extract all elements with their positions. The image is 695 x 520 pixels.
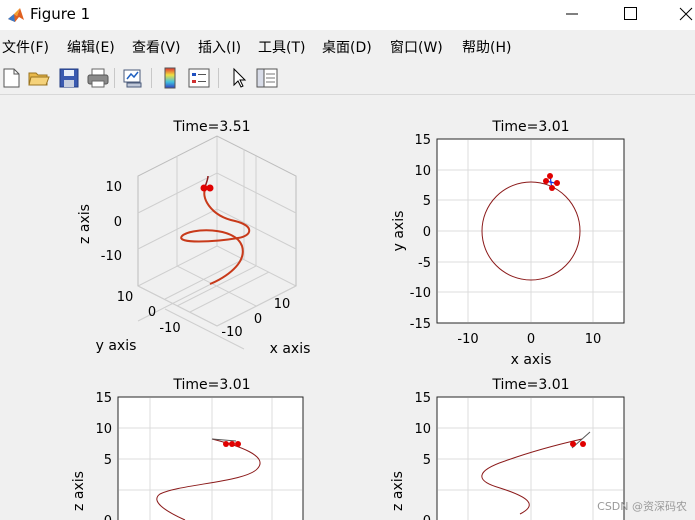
- mass-marker: [554, 180, 560, 186]
- z-tick: 0: [114, 215, 122, 230]
- figure-plots: Time=3.51 10 0 -10 z axis 10 0 -10 y axi…: [71, 119, 625, 520]
- maximize-button[interactable]: [607, 0, 653, 30]
- maximize-icon: [624, 7, 637, 20]
- subplot-xy-circle[interactable]: Time=3.01 15 10 5 0 -5 -10 -15 y axis -1…: [391, 119, 625, 368]
- mass-marker: [200, 184, 208, 192]
- window-title: Figure 1: [30, 5, 91, 23]
- minimize-button[interactable]: [553, 0, 599, 30]
- subplot-3d-helix[interactable]: Time=3.51 10 0 -10 z axis 10 0 -10 y axi…: [77, 119, 310, 357]
- subplot-side-view-1[interactable]: Time=3.01 15 10 5 0 z axis: [71, 377, 304, 520]
- menu-desktop[interactable]: 桌面(D): [322, 37, 372, 57]
- menu-edit[interactable]: 编辑(E): [67, 37, 115, 57]
- helix-trajectory: [180, 187, 251, 285]
- x-tick: 10: [585, 332, 602, 347]
- x-tick: 10: [274, 297, 291, 312]
- y-tick: 0: [104, 514, 112, 520]
- plot2-ylabel: y axis: [391, 211, 407, 252]
- link-plot-button[interactable]: [121, 66, 145, 90]
- plot3-ylabel: z axis: [71, 471, 87, 511]
- open-file-icon: [28, 72, 50, 86]
- mass-marker: [223, 441, 229, 447]
- legend-icon: [188, 68, 210, 88]
- y-tick: 5: [104, 453, 112, 468]
- menu-help[interactable]: 帮助(H): [462, 37, 511, 57]
- y-tick: -10: [159, 321, 180, 336]
- close-button[interactable]: [660, 0, 695, 30]
- save-button[interactable]: [57, 66, 81, 90]
- insert-legend-button[interactable]: [187, 66, 211, 90]
- title-bar: Figure 1: [0, 0, 695, 30]
- new-figure-button[interactable]: [0, 66, 24, 90]
- y-tick: 10: [414, 164, 431, 179]
- mass-marker: [229, 441, 235, 447]
- y-tick: 0: [423, 514, 431, 520]
- plot1-xlabel: x axis: [270, 341, 311, 357]
- plot1-zlabel: z axis: [77, 204, 93, 244]
- menu-insert[interactable]: 插入(I): [198, 37, 241, 57]
- menu-window[interactable]: 窗口(W): [390, 37, 443, 57]
- mass-marker: [570, 441, 576, 447]
- plot-tools-icon: [256, 68, 278, 88]
- y-tick: 10: [117, 290, 134, 305]
- mass-marker: [547, 173, 553, 179]
- mass-marker: [580, 441, 586, 447]
- menu-tools[interactable]: 工具(T): [258, 37, 305, 57]
- figure-canvas: Time=3.51 10 0 -10 z axis 10 0 -10 y axi…: [0, 96, 695, 520]
- menu-bar: 文件(F) 编辑(E) 查看(V) 插入(I) 工具(T) 桌面(D) 窗口(W…: [0, 33, 695, 59]
- plot3-title: Time=3.01: [172, 377, 250, 393]
- y-tick: 10: [414, 422, 431, 437]
- plot4-ylabel: z axis: [390, 471, 406, 511]
- link-plot-icon: [123, 69, 142, 88]
- y-tick: -15: [410, 317, 431, 332]
- new-figure-icon: [3, 68, 20, 88]
- plot-tools-button[interactable]: [255, 66, 279, 90]
- z-tick: 10: [105, 180, 122, 195]
- matlab-logo-icon: [8, 8, 24, 22]
- plot2-title: Time=3.01: [491, 119, 569, 135]
- watermark: CSDN @资深码农: [597, 500, 687, 513]
- plot4-title: Time=3.01: [491, 377, 569, 393]
- menu-file[interactable]: 文件(F): [2, 37, 49, 57]
- y-tick: 15: [95, 391, 112, 406]
- y-tick: 10: [95, 422, 112, 437]
- toolbar-separator: [151, 68, 152, 88]
- close-icon: [679, 7, 693, 21]
- toolbar-separator: [114, 68, 115, 88]
- x-tick: -10: [457, 332, 478, 347]
- x-tick: 0: [254, 312, 262, 327]
- subplot-side-view-2[interactable]: Time=3.01 15 10 5 0 z axis: [390, 377, 625, 520]
- y-tick: 5: [423, 453, 431, 468]
- open-file-button[interactable]: [27, 66, 51, 90]
- mass-marker: [543, 178, 549, 184]
- pointer-icon: [233, 67, 247, 88]
- save-icon: [59, 68, 79, 88]
- y-tick: -5: [418, 256, 431, 271]
- mass-marker: [549, 185, 555, 191]
- print-icon: [87, 68, 109, 88]
- plot1-ylabel: y axis: [96, 338, 137, 354]
- mass-marker: [235, 441, 241, 447]
- menu-view[interactable]: 查看(V): [132, 37, 181, 57]
- plot1-title: Time=3.51: [172, 119, 250, 135]
- y-tick: 0: [148, 305, 156, 320]
- x-tick: 0: [527, 332, 535, 347]
- x-tick: -10: [221, 325, 242, 340]
- y-tick: -10: [410, 286, 431, 301]
- colorbar-icon: [164, 67, 176, 89]
- toolbar-separator: [218, 68, 219, 88]
- minimize-icon: [566, 13, 578, 15]
- y-tick: 15: [414, 391, 431, 406]
- y-tick: 0: [423, 225, 431, 240]
- toolbar: [0, 62, 695, 95]
- mass-marker: [206, 184, 214, 192]
- insert-colorbar-button[interactable]: [158, 66, 182, 90]
- edit-plot-button[interactable]: [227, 66, 251, 90]
- plot2-xlabel: x axis: [511, 352, 552, 368]
- print-button[interactable]: [86, 66, 110, 90]
- y-tick: 15: [414, 133, 431, 148]
- y-tick: 5: [423, 194, 431, 209]
- z-tick: -10: [101, 249, 122, 264]
